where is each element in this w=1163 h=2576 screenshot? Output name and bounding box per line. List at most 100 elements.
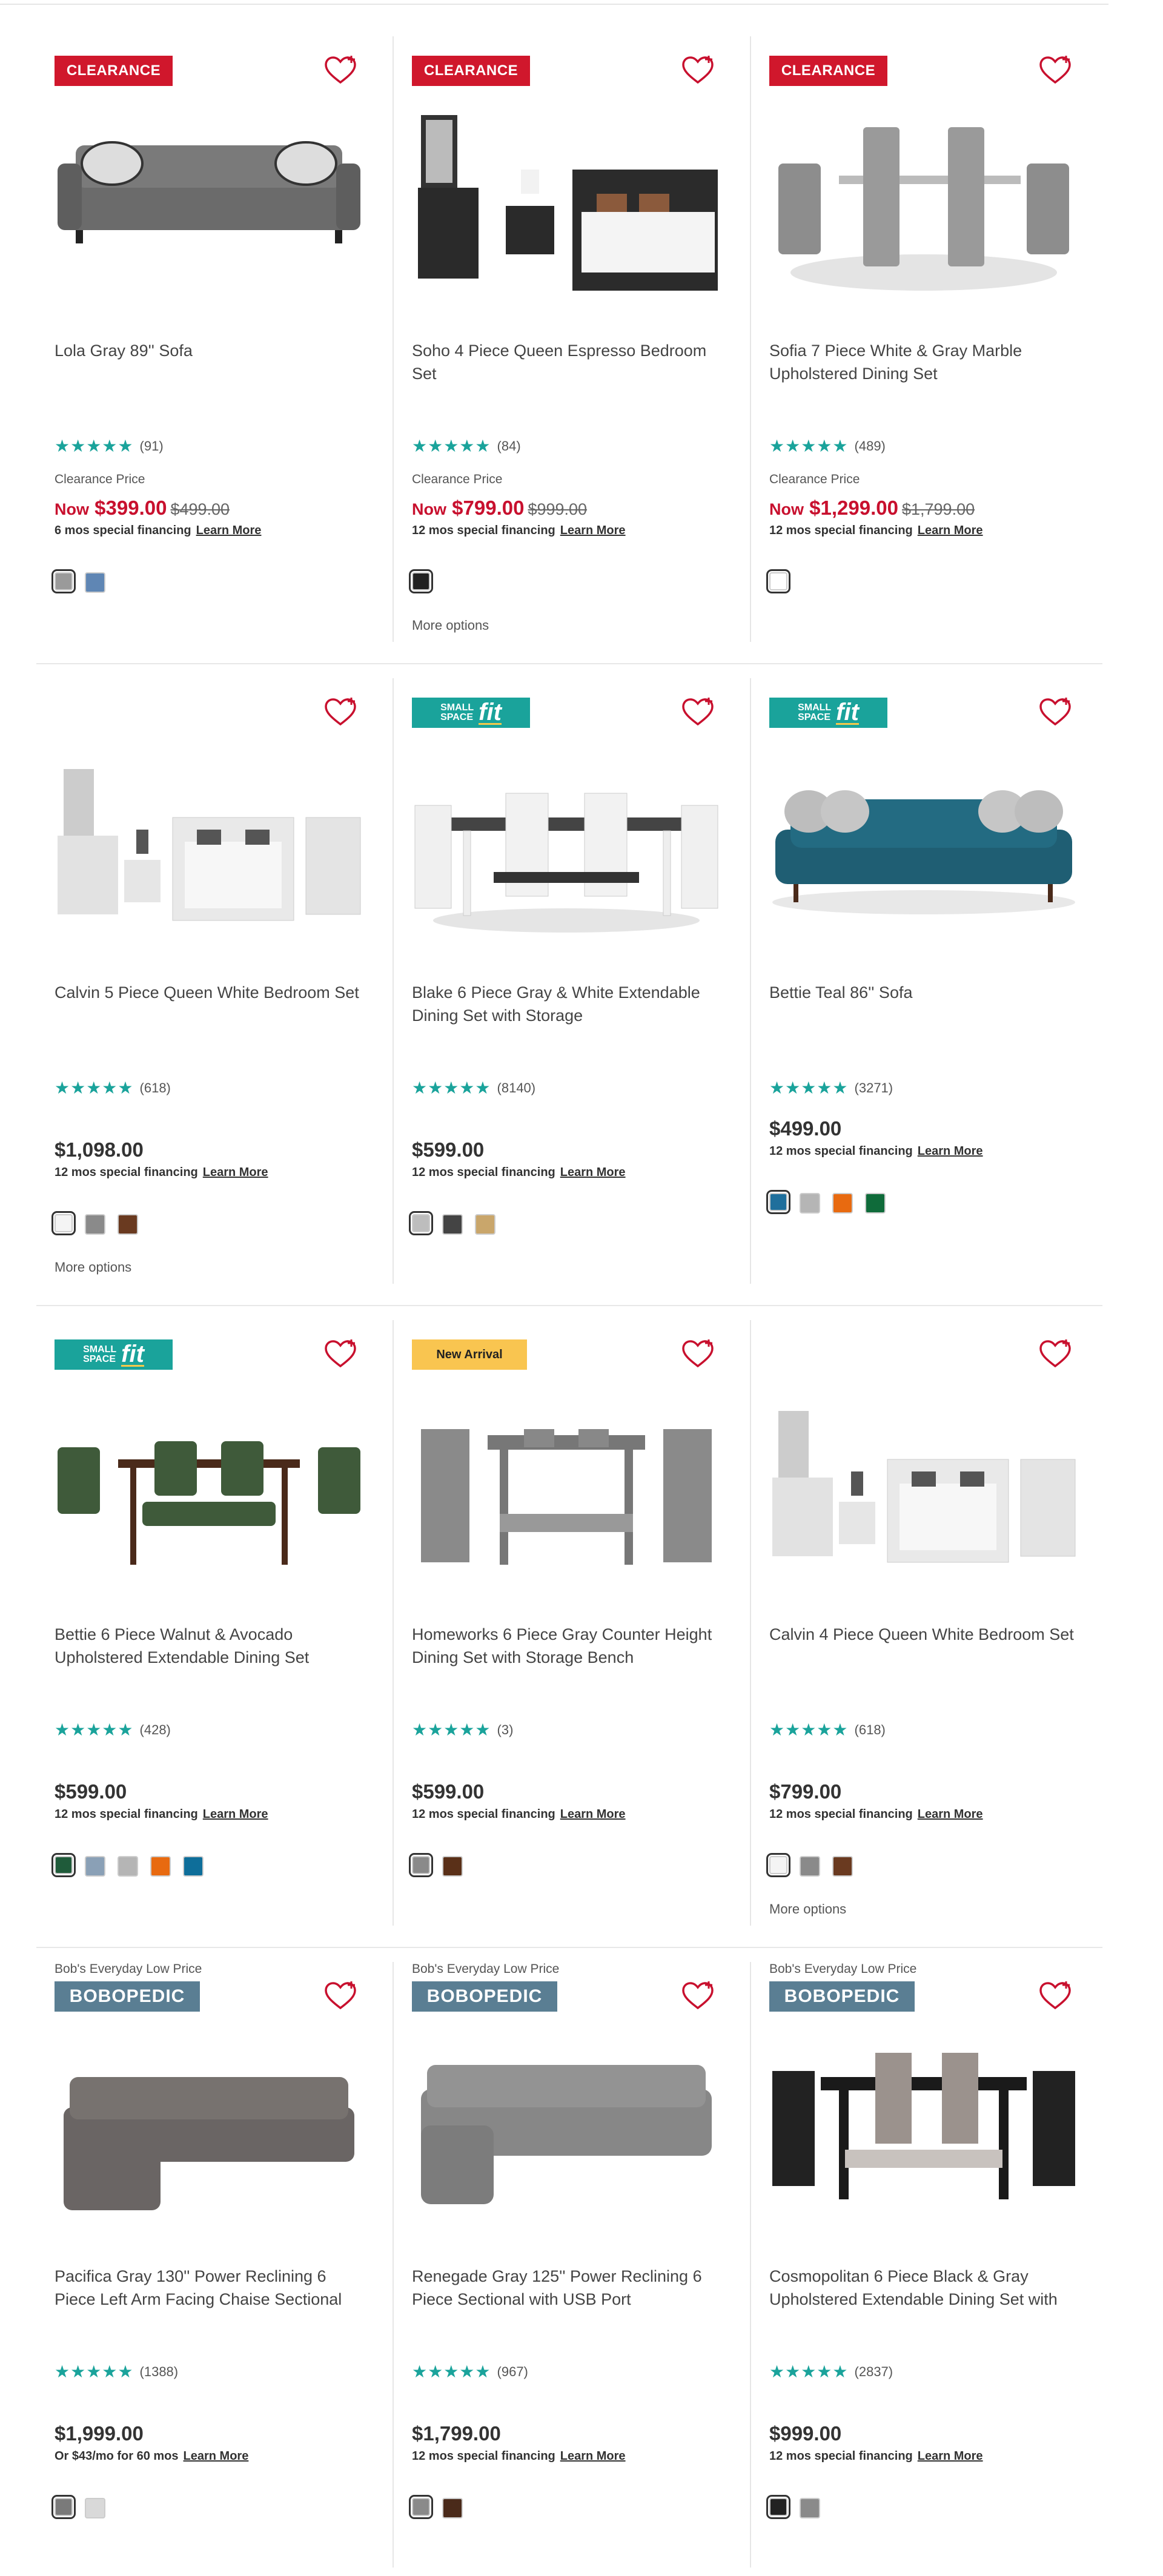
product-name[interactable]: Calvin 5 Piece Queen White Bedroom Set xyxy=(55,981,369,1004)
learn-more-link[interactable]: Learn More xyxy=(560,1166,626,1179)
product-name[interactable]: Bettie Teal 86'' Sofa xyxy=(769,981,1084,1004)
sale-price: Now $399.00 $499.00 xyxy=(55,497,230,520)
product-card[interactable]: SMALL SPACE fit Bettie 6 Piece Walnut & Avo… xyxy=(36,1320,394,1932)
product-card[interactable]: BOBOPEDIC Pacifica Gray 130'' Power Recli… xyxy=(36,1962,394,2574)
learn-more-link[interactable]: Learn More xyxy=(196,524,262,537)
product-name[interactable]: Blake 6 Piece Gray & White Extendable Di… xyxy=(412,981,727,1027)
color-swatch[interactable] xyxy=(51,569,76,593)
learn-more-link[interactable]: Learn More xyxy=(918,2449,983,2463)
color-swatch[interactable] xyxy=(766,1190,790,1214)
learn-more-link[interactable]: Learn More xyxy=(560,524,626,537)
color-swatch[interactable] xyxy=(442,2498,463,2518)
review-count: (428) xyxy=(139,1722,171,1737)
product-card[interactable]: CLEARANCE Sofia 7 Piece White & Gray Marb… xyxy=(751,36,1108,648)
learn-more-link[interactable]: Learn More xyxy=(203,1166,268,1179)
product-card[interactable]: BOBOPEDIC Renegade Gray 125'' Power Recli… xyxy=(394,1962,751,2574)
product-card[interactable]: Calvin 4 Piece Queen White Bedroom Set ★★… xyxy=(751,1320,1108,1932)
product-image[interactable] xyxy=(51,751,366,939)
color-swatch[interactable] xyxy=(442,1214,463,1235)
product-name[interactable]: Calvin 4 Piece Queen White Bedroom Set xyxy=(769,1623,1084,1646)
product-image[interactable] xyxy=(51,2035,366,2222)
product-image[interactable] xyxy=(51,1393,366,1580)
color-swatch[interactable] xyxy=(409,569,433,593)
wishlist-heart-icon[interactable] xyxy=(1038,54,1072,86)
product-image[interactable] xyxy=(409,751,724,939)
product-image[interactable] xyxy=(766,1393,1081,1580)
product-image[interactable] xyxy=(51,109,366,297)
color-swatch[interactable] xyxy=(85,2498,105,2518)
color-swatch[interactable] xyxy=(832,1856,853,1877)
color-swatch[interactable] xyxy=(85,572,105,593)
color-swatch[interactable] xyxy=(800,1193,820,1214)
color-swatch[interactable] xyxy=(766,569,790,593)
color-swatch[interactable] xyxy=(118,1214,138,1235)
product-card[interactable]: SMALL SPACE fit Bettie Teal 86'' Sofa ★★★★★ (… xyxy=(751,678,1108,1290)
product-card[interactable]: BOBOPEDIC Cosmopolitan 6 Piece Black & Gr… xyxy=(751,1962,1108,2574)
color-swatch[interactable] xyxy=(832,1193,853,1214)
product-name[interactable]: Soho 4 Piece Queen Espresso Bedroom Set xyxy=(412,339,727,385)
learn-more-link[interactable]: Learn More xyxy=(560,1808,626,1821)
product-name[interactable]: Bettie 6 Piece Walnut & Avocado Upholste… xyxy=(55,1623,369,1669)
color-swatch[interactable] xyxy=(475,1214,495,1235)
product-image[interactable] xyxy=(766,751,1081,939)
wishlist-heart-icon[interactable] xyxy=(681,1980,715,2012)
product-name[interactable]: Pacifica Gray 130'' Power Reclining 6 Pi… xyxy=(55,2265,369,2311)
wishlist-heart-icon[interactable] xyxy=(323,54,357,86)
product-image[interactable] xyxy=(409,109,724,297)
clearance-badge: CLEARANCE xyxy=(412,56,530,86)
product-card[interactable]: CLEARANCE Soho 4 Piece Queen Espresso Bed… xyxy=(394,36,751,648)
color-swatch[interactable] xyxy=(51,1853,76,1877)
learn-more-link[interactable]: Learn More xyxy=(560,2449,626,2463)
color-swatch[interactable] xyxy=(409,1853,433,1877)
product-name[interactable]: Lola Gray 89'' Sofa xyxy=(55,339,369,362)
more-options-link[interactable]: More options xyxy=(412,618,489,633)
now-label: Now xyxy=(769,500,804,518)
product-name[interactable]: Cosmopolitan 6 Piece Black & Gray Uphols… xyxy=(769,2265,1084,2311)
wishlist-heart-icon[interactable] xyxy=(681,1338,715,1370)
wishlist-heart-icon[interactable] xyxy=(681,54,715,86)
product-name[interactable]: Sofia 7 Piece White & Gray Marble Uphols… xyxy=(769,339,1084,385)
wishlist-heart-icon[interactable] xyxy=(323,1980,357,2012)
color-swatch[interactable] xyxy=(85,1856,105,1877)
color-swatch[interactable] xyxy=(766,2495,790,2519)
learn-more-link[interactable]: Learn More xyxy=(203,1808,268,1821)
color-swatch[interactable] xyxy=(51,1211,76,1235)
product-image[interactable] xyxy=(766,109,1081,297)
learn-more-link[interactable]: Learn More xyxy=(918,1808,983,1821)
wishlist-heart-icon[interactable] xyxy=(1038,1338,1072,1370)
product-image[interactable] xyxy=(409,1393,724,1580)
product-name[interactable]: Renegade Gray 125'' Power Reclining 6 Pi… xyxy=(412,2265,727,2311)
color-swatch[interactable] xyxy=(800,2498,820,2518)
wishlist-heart-icon[interactable] xyxy=(1038,1980,1072,2012)
color-swatch[interactable] xyxy=(865,1193,886,1214)
wishlist-heart-icon[interactable] xyxy=(681,696,715,728)
product-card[interactable]: Calvin 5 Piece Queen White Bedroom Set ★★… xyxy=(36,678,394,1290)
more-options-link[interactable]: More options xyxy=(769,1901,846,1917)
color-swatch[interactable] xyxy=(409,1211,433,1235)
color-swatch[interactable] xyxy=(766,1853,790,1877)
product-image[interactable] xyxy=(766,2035,1081,2222)
product-image[interactable] xyxy=(409,2035,724,2222)
color-swatch[interactable] xyxy=(51,2495,76,2519)
current-price: $799.00 xyxy=(769,1780,842,1803)
financing-info: Or $43/mo for 60 mos Learn More xyxy=(55,2449,248,2463)
color-swatch[interactable] xyxy=(85,1214,105,1235)
color-swatch[interactable] xyxy=(183,1856,204,1877)
color-swatch[interactable] xyxy=(409,2495,433,2519)
more-options-link[interactable]: More options xyxy=(55,1260,131,1275)
learn-more-link[interactable]: Learn More xyxy=(918,524,983,537)
product-card[interactable]: New Arrival Homeworks 6 Piece Gray Counte… xyxy=(394,1320,751,1932)
wishlist-heart-icon[interactable] xyxy=(323,1338,357,1370)
small-space-text: SMALL SPACE xyxy=(798,702,832,722)
product-card[interactable]: SMALL SPACE fit Blake 6 Piece Gray & White … xyxy=(394,678,751,1290)
wishlist-heart-icon[interactable] xyxy=(1038,696,1072,728)
color-swatch[interactable] xyxy=(800,1856,820,1877)
learn-more-link[interactable]: Learn More xyxy=(184,2449,249,2463)
color-swatch[interactable] xyxy=(150,1856,171,1877)
product-name[interactable]: Homeworks 6 Piece Gray Counter Height Di… xyxy=(412,1623,727,1669)
wishlist-heart-icon[interactable] xyxy=(323,696,357,728)
product-card[interactable]: CLEARANCE Lola Gray 89'' Sofa ★★★★★ (91) Cle… xyxy=(36,36,394,648)
color-swatch[interactable] xyxy=(118,1856,138,1877)
color-swatch[interactable] xyxy=(442,1856,463,1877)
learn-more-link[interactable]: Learn More xyxy=(918,1144,983,1158)
